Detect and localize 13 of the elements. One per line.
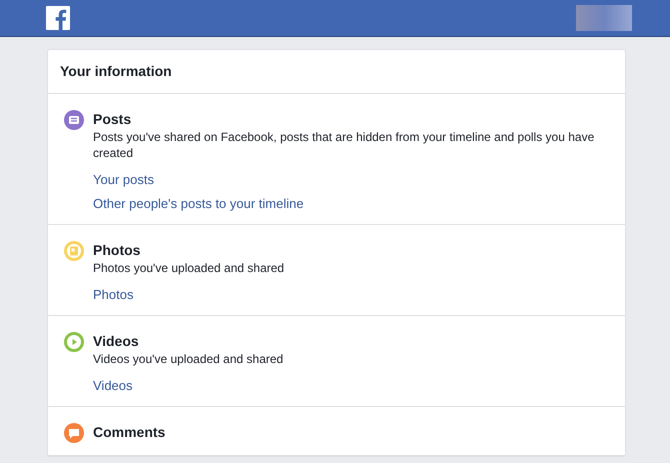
section-link[interactable]: Your posts — [93, 172, 154, 188]
section-description: Videos you've uploaded and shared — [93, 351, 284, 367]
section-description: Photos you've uploaded and shared — [93, 260, 284, 276]
card-title: Your information — [60, 63, 172, 79]
f-logo-icon[interactable] — [46, 6, 70, 30]
section-link[interactable]: Photos — [93, 287, 134, 303]
section-title: Photos — [93, 241, 140, 259]
section-description: Posts you've shared on Facebook, posts that are hidden from your timeline and polls you have created — [93, 129, 596, 161]
section-title: Videos — [93, 332, 139, 350]
section-link[interactable]: Other people's posts to your timeline — [93, 196, 304, 212]
section-link[interactable]: Videos — [93, 378, 133, 394]
section-title: Comments — [93, 423, 166, 441]
section-title: Posts — [93, 110, 132, 128]
